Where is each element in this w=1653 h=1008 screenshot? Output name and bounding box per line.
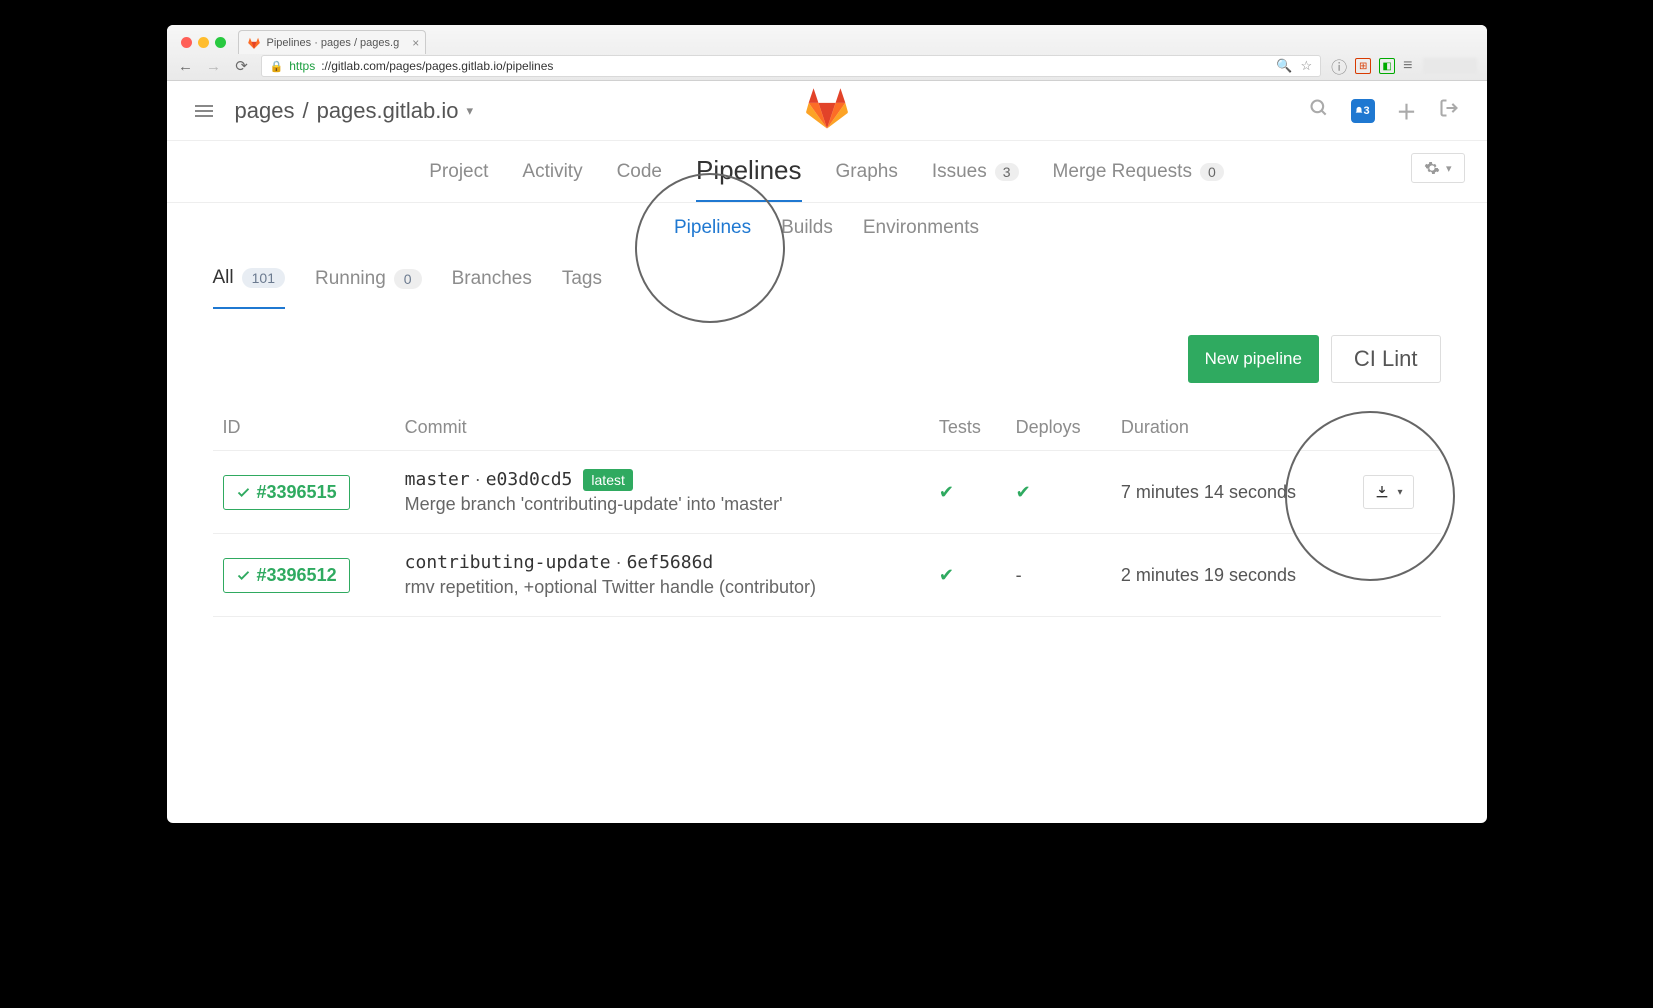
subtab-builds[interactable]: Builds [781, 217, 833, 239]
download-artifacts-button[interactable]: ▾ [1363, 475, 1414, 509]
info-extension-icon[interactable]: ⓘ [1331, 54, 1347, 78]
commit-sha[interactable]: 6ef5686d [627, 552, 714, 573]
check-icon [236, 568, 251, 583]
breadcrumb-group[interactable]: pages [235, 98, 295, 124]
new-pipeline-button[interactable]: New pipeline [1188, 335, 1319, 383]
browser-tab[interactable]: Pipelines · pages / pages.g × [238, 30, 427, 54]
chevron-down-icon[interactable]: ▾ [466, 103, 473, 119]
lock-icon: 🔒 [270, 60, 284, 73]
url-scheme: https [289, 59, 315, 73]
gitlab-logo-icon[interactable] [805, 87, 849, 136]
chevron-down-icon: ▾ [1446, 162, 1452, 175]
notifications-button[interactable]: 3 [1351, 99, 1375, 123]
bookmark-star-icon[interactable]: ☆ [1300, 58, 1312, 74]
breadcrumb-project[interactable]: pages.gitlab.io [317, 98, 459, 124]
maximize-window-icon[interactable] [215, 37, 226, 48]
chevron-down-icon: ▾ [1398, 487, 1403, 498]
address-bar[interactable]: 🔒 https ://gitlab.com/pages/pages.gitlab.… [261, 55, 1322, 77]
check-icon: ✔ [939, 482, 954, 502]
tab-activity[interactable]: Activity [522, 141, 582, 202]
office-extension-icon[interactable]: ⊞ [1355, 58, 1371, 74]
filter-tags[interactable]: Tags [562, 268, 602, 308]
zoom-icon[interactable]: 🔍 [1276, 58, 1292, 74]
branch-name[interactable]: master [405, 469, 470, 490]
filter-tabs: All101 Running0 Branches Tags [213, 267, 1441, 309]
download-icon [1374, 484, 1390, 500]
pipelines-subnav: Pipelines Builds Environments [167, 203, 1487, 253]
pipeline-id-badge[interactable]: #3396515 [223, 475, 350, 510]
reload-button[interactable]: ⟳ [233, 57, 251, 75]
filter-running[interactable]: Running0 [315, 268, 422, 308]
back-button[interactable]: ← [177, 58, 195, 75]
chrome-menu-icon[interactable]: ≡ [1403, 57, 1412, 75]
gear-icon [1424, 160, 1440, 176]
check-icon: ✔ [1016, 482, 1031, 502]
notifications-count: 3 [1363, 105, 1369, 117]
window-controls[interactable] [175, 37, 232, 54]
tab-title: Pipelines · pages / pages.g [267, 37, 400, 49]
commit-message: Merge branch 'contributing-update' into … [405, 494, 919, 515]
tab-issues[interactable]: Issues3 [932, 141, 1019, 202]
subtab-environments[interactable]: Environments [863, 217, 979, 239]
deploys-empty: - [1006, 534, 1111, 617]
project-nav: Project Activity Code Pipelines Graphs I… [167, 141, 1487, 203]
browser-chrome: Pipelines · pages / pages.g × ← → ⟳ 🔒 ht… [167, 25, 1487, 81]
duration: 7 minutes 14 seconds [1111, 451, 1353, 534]
commit-message: rmv repetition, +optional Twitter handle… [405, 577, 919, 598]
col-tests: Tests [929, 405, 1006, 451]
gitlab-favicon-icon [247, 36, 261, 50]
tab-code[interactable]: Code [617, 141, 662, 202]
tab-graphs[interactable]: Graphs [836, 141, 898, 202]
breadcrumb: pages / pages.gitlab.io ▾ [235, 98, 474, 124]
subtab-pipelines[interactable]: Pipelines [674, 217, 751, 239]
ci-lint-button[interactable]: CI Lint [1331, 335, 1441, 383]
tab-merge-requests[interactable]: Merge Requests0 [1053, 141, 1224, 202]
table-row: #3396512 contributing-update · 6ef5686d … [213, 534, 1441, 617]
branch-name[interactable]: contributing-update [405, 552, 611, 573]
table-row: #3396515 master · e03d0cd5 latest Merge … [213, 451, 1441, 534]
col-id: ID [213, 405, 395, 451]
tab-pipelines[interactable]: Pipelines [696, 141, 802, 202]
sign-out-icon[interactable] [1439, 98, 1459, 124]
settings-dropdown[interactable]: ▾ [1411, 153, 1465, 183]
check-icon: ✔ [939, 565, 954, 585]
commit-sha[interactable]: e03d0cd5 [486, 469, 573, 490]
search-icon[interactable] [1309, 98, 1329, 124]
minimize-window-icon[interactable] [198, 37, 209, 48]
col-duration: Duration [1111, 405, 1353, 451]
forward-button[interactable]: → [205, 58, 223, 75]
close-tab-icon[interactable]: × [412, 36, 419, 50]
extension-icon[interactable]: ◧ [1379, 58, 1395, 74]
url-path: ://gitlab.com/pages/pages.gitlab.io/pipe… [321, 59, 553, 73]
profile-chip[interactable] [1423, 58, 1477, 74]
check-icon [236, 485, 251, 500]
close-window-icon[interactable] [181, 37, 192, 48]
plus-icon[interactable]: ＋ [1397, 96, 1417, 125]
pipelines-table: ID Commit Tests Deploys Duration [213, 405, 1441, 617]
filter-all[interactable]: All101 [213, 267, 285, 309]
hamburger-menu-icon[interactable] [195, 105, 213, 117]
col-deploys: Deploys [1006, 405, 1111, 451]
filter-branches[interactable]: Branches [452, 268, 532, 308]
latest-badge: latest [583, 469, 632, 491]
duration: 2 minutes 19 seconds [1111, 534, 1353, 617]
col-commit: Commit [395, 405, 929, 451]
tab-project[interactable]: Project [429, 141, 488, 202]
pipeline-id-badge[interactable]: #3396512 [223, 558, 350, 593]
